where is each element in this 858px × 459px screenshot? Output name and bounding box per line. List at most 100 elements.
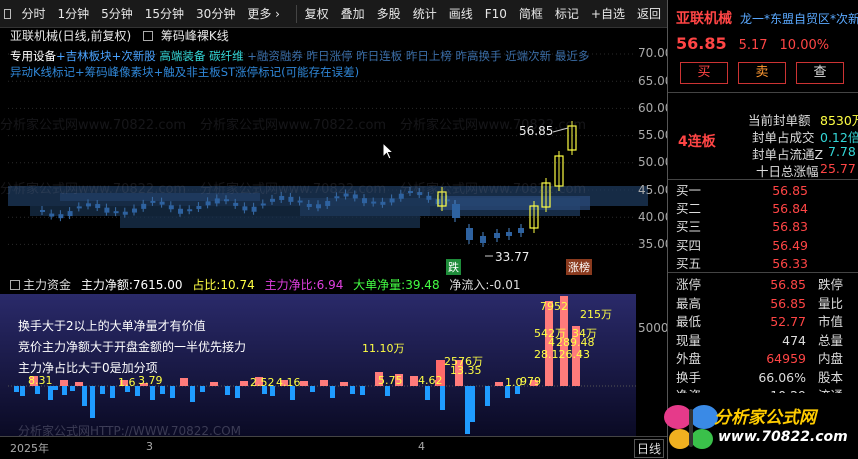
- big-net-label: 大单净量:: [353, 278, 406, 292]
- tag-carbon: 碳纤维: [205, 49, 244, 63]
- inflow-bar-down: [70, 386, 75, 391]
- indicator-checkbox-icon[interactable]: [10, 280, 20, 290]
- inflow-bar-down: [135, 386, 140, 396]
- zhangting-marker: 涨榜: [566, 259, 592, 275]
- indicator-title: 主力资金: [23, 278, 72, 292]
- inflow-bar-down: [20, 386, 25, 396]
- inflow-bar-down: [470, 386, 475, 422]
- candle-body: [398, 193, 404, 199]
- inflow-bar-up: [495, 382, 503, 386]
- axis-month-4: 4: [418, 440, 425, 453]
- simple-frame-button[interactable]: 简框: [513, 0, 549, 28]
- net-label: 主力净额:: [80, 278, 133, 292]
- seal-value: 7.78: [828, 144, 856, 159]
- inflow-bar-down: [235, 386, 240, 398]
- candle-body: [389, 198, 395, 203]
- seal-label: 十日总涨幅: [756, 164, 819, 179]
- bar-value-label: 979: [520, 375, 541, 388]
- candle-body: [141, 203, 147, 209]
- add-favorite-button[interactable]: +自选: [585, 0, 631, 28]
- inflow-bar-up: [240, 381, 248, 386]
- tab-1min[interactable]: 1分钟: [51, 0, 95, 28]
- more-button[interactable]: 更多 ›: [241, 0, 286, 28]
- stat-label: 市值: [818, 314, 844, 329]
- order-book-row[interactable]: 买三 56.83: [668, 218, 858, 236]
- back-button[interactable]: 返回: [631, 0, 667, 28]
- candle-body: [104, 207, 110, 213]
- multi-stock-button[interactable]: 多股: [371, 0, 407, 28]
- candle-body: [306, 203, 312, 207]
- candle-body: [113, 211, 119, 214]
- indicator-header: 主力资金 主力净额:7615.00 占比:10.74 主力净比:6.94 大单净…: [10, 276, 521, 294]
- toolbar: 分时 1分钟 5分钟 15分钟 30分钟 更多 › 复权 叠加 多股 统计 画线…: [0, 0, 667, 28]
- stats-button[interactable]: 统计: [407, 0, 443, 28]
- board-label: 4连板: [678, 134, 716, 150]
- f10-button[interactable]: F10: [479, 0, 513, 28]
- fuquan-button[interactable]: 复权: [299, 0, 335, 28]
- inflow-bar-down: [485, 386, 490, 406]
- candle-body: [95, 204, 101, 209]
- draw-line-button[interactable]: 画线: [443, 0, 479, 28]
- candle-body: [371, 201, 377, 204]
- bar-value-label: 5.75: [378, 374, 403, 387]
- order-price: 56.84: [772, 201, 808, 217]
- tab-fenshi[interactable]: 分时: [15, 0, 51, 28]
- order-book-row[interactable]: 买一 56.85: [668, 182, 858, 200]
- candle-body: [466, 228, 473, 240]
- butterfly-logo-icon: [664, 405, 718, 449]
- stat-label: 总量: [818, 332, 844, 348]
- price-change-pct: 10.00%: [779, 38, 830, 53]
- stats-row: 外盘 64959 内盘: [668, 350, 858, 368]
- query-button[interactable]: 查: [796, 62, 844, 84]
- price-change: 5.17: [738, 38, 768, 53]
- overlay-button[interactable]: 叠加: [335, 0, 371, 28]
- stat-value: 52.77: [770, 314, 806, 329]
- order-price: 56.85: [772, 183, 808, 198]
- order-book-row[interactable]: 买四 56.49: [668, 237, 858, 255]
- bar-value-label: 28.126.43: [534, 348, 590, 361]
- inflow-bar-down: [170, 386, 175, 398]
- order-book-row[interactable]: 买五 56.33: [668, 255, 858, 273]
- inflow-bar-down: [62, 386, 67, 395]
- chip-block: [440, 196, 590, 210]
- tab-30min[interactable]: 30分钟: [190, 0, 241, 28]
- candle-body: [380, 201, 386, 205]
- candle-body: [196, 206, 202, 210]
- inflow-bar-down: [440, 386, 445, 410]
- stat-value: 66.06%: [758, 369, 806, 385]
- order-book-row[interactable]: 买二 56.84: [668, 200, 858, 218]
- inflow-label: 净流入:: [449, 278, 490, 292]
- inflow-bar-up: [340, 382, 348, 386]
- candle-body: [49, 213, 55, 217]
- candle-body: [150, 200, 156, 203]
- stat-label: 涨停: [676, 277, 702, 292]
- indicator-panel[interactable]: 主力资金 主力净额:7615.00 占比:10.74 主力净比:6.94 大单净…: [0, 276, 669, 438]
- candle-body: [214, 198, 220, 204]
- candle-body: [506, 232, 512, 236]
- order-price: 56.49: [772, 237, 808, 253]
- indicator-checkbox-icon[interactable]: [143, 31, 154, 41]
- inflow-bar-down: [330, 386, 335, 398]
- bar-value-label: 4.16: [276, 376, 301, 389]
- candle-body: [297, 200, 303, 203]
- buy-button[interactable]: 买: [680, 62, 728, 84]
- candle-body: [159, 201, 165, 205]
- sell-button[interactable]: 卖: [738, 62, 786, 84]
- mark-button[interactable]: 标记: [549, 0, 585, 28]
- kline-chart[interactable]: 亚联机械(日线,前复权) 筹码峰裸K线 专用设备+吉林板块+次新股 高端装备 碳…: [0, 28, 672, 276]
- tab-5min[interactable]: 5分钟: [95, 0, 139, 28]
- checkbox-icon[interactable]: [4, 8, 12, 19]
- stat-label: 内盘: [818, 351, 844, 366]
- candle-body: [76, 206, 82, 209]
- stock-title: 亚联机械(日线,前复权): [10, 29, 132, 43]
- candle-body: [178, 208, 183, 214]
- stat-label: 股本: [818, 369, 844, 385]
- inflow-bar-up: [60, 380, 68, 386]
- tag-industry: 专用设备: [10, 49, 56, 63]
- tab-15min[interactable]: 15分钟: [139, 0, 190, 28]
- inflow-bar-down: [150, 386, 155, 400]
- candle-body: [352, 194, 358, 199]
- candle-body: [362, 198, 367, 204]
- candle-body: [58, 214, 64, 219]
- candle-body: [270, 198, 275, 202]
